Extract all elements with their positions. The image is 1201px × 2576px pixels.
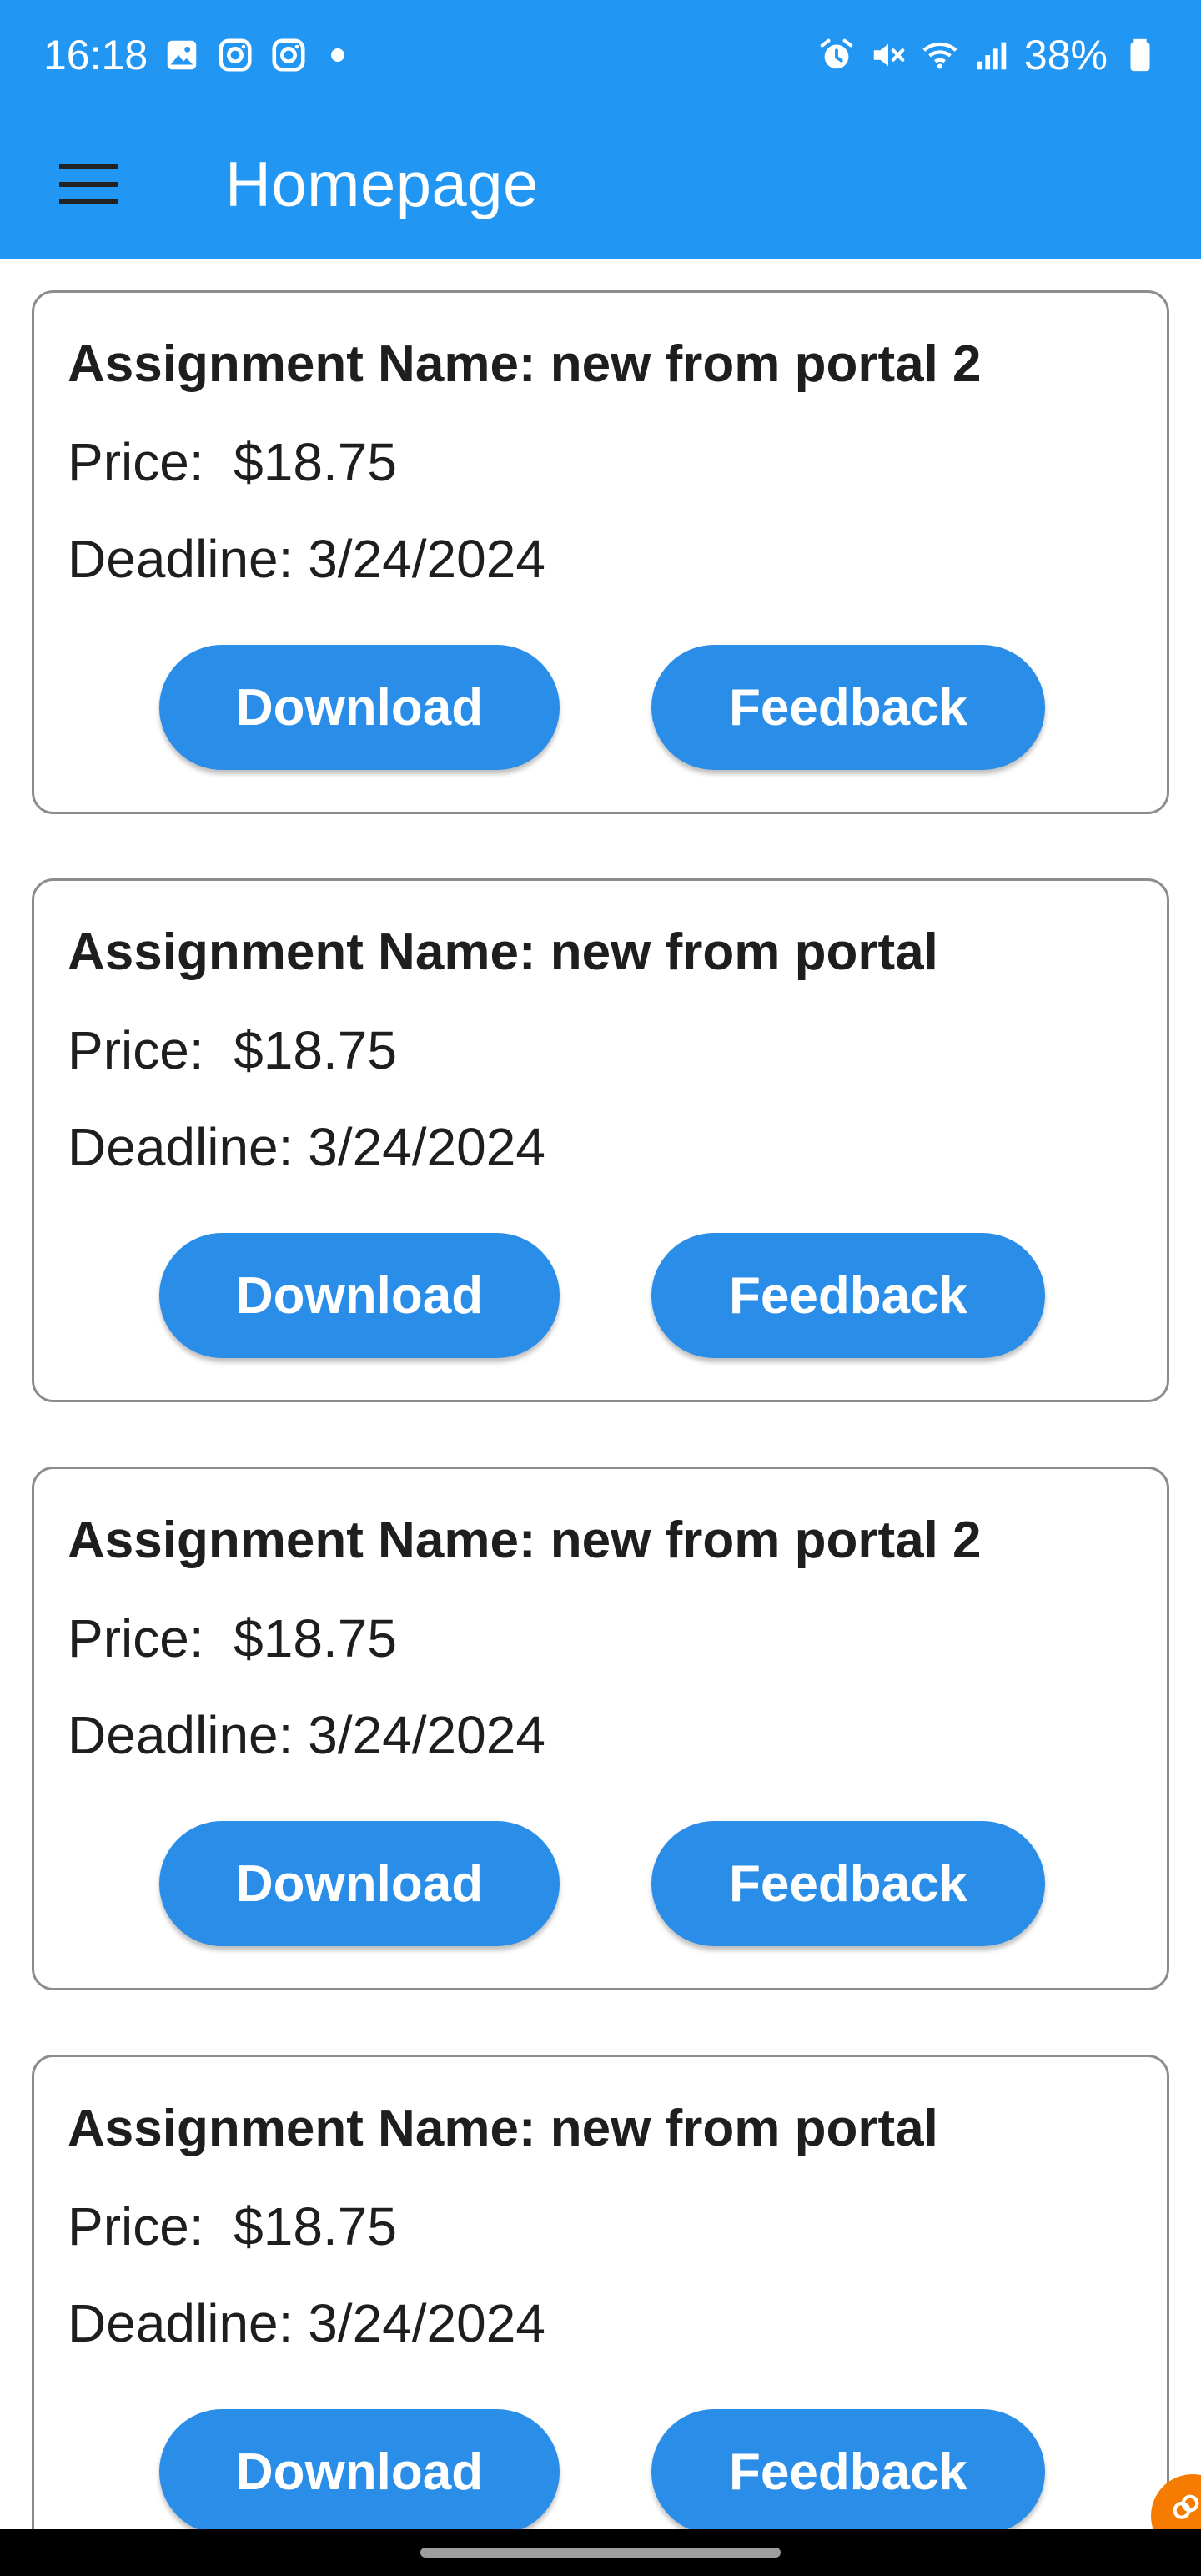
download-button[interactable]: Download (159, 1821, 560, 1946)
download-button[interactable]: Download (159, 1233, 560, 1358)
feedback-button[interactable]: Feedback (651, 645, 1045, 770)
link-icon (1173, 2494, 1199, 2519)
screen: 16:18 38% Homepage Assignment Name: new … (0, 0, 1201, 2576)
assignment-deadline: Deadline: 3/24/2024 (68, 1117, 545, 1177)
assignment-price: Price: $18.75 (68, 1020, 397, 1080)
assignment-price: Price: $18.75 (68, 2196, 397, 2257)
navigation-bar (0, 2529, 1201, 2576)
page-title: Homepage (225, 148, 539, 220)
download-button[interactable]: Download (159, 645, 560, 770)
feedback-button[interactable]: Feedback (651, 2409, 1045, 2534)
assignment-card: Assignment Name: new from portal 2 Price… (32, 290, 1169, 814)
assignment-card: Assignment Name: new from portal Price: … (32, 878, 1169, 1402)
signal-icon (972, 36, 1011, 74)
instagram-icon (216, 36, 254, 74)
assignment-card: Assignment Name: new from portal Price: … (32, 2055, 1169, 2576)
assignment-deadline: Deadline: 3/24/2024 (68, 1705, 545, 1765)
battery-percent: 38% (1023, 32, 1108, 78)
feedback-button[interactable]: Feedback (651, 1821, 1045, 1946)
assignment-price: Price: $18.75 (68, 432, 397, 492)
home-gesture-handle[interactable] (420, 2548, 781, 2558)
alarm-icon (817, 36, 856, 74)
gallery-icon (163, 36, 201, 74)
status-right: 38% (817, 31, 1159, 79)
battery-icon (1121, 36, 1159, 74)
assignment-card: Assignment Name: new from portal 2 Price… (32, 1467, 1169, 1990)
download-button[interactable]: Download (159, 2409, 560, 2534)
assignment-name: Assignment Name: new from portal 2 (68, 1512, 982, 1569)
assignment-list: Assignment Name: new from portal 2 Price… (32, 290, 1169, 2576)
status-time: 16:18 (43, 32, 148, 78)
wifi-icon (921, 36, 959, 74)
menu-button[interactable] (30, 126, 147, 243)
hamburger-menu-icon (59, 164, 118, 204)
notification-dot (331, 48, 345, 62)
assignment-name: Assignment Name: new from portal (68, 2100, 938, 2157)
mute-icon (869, 36, 907, 74)
feedback-button[interactable]: Feedback (651, 1233, 1045, 1358)
instagram-icon (269, 36, 308, 74)
status-left: 16:18 (43, 31, 345, 79)
assignment-deadline: Deadline: 3/24/2024 (68, 529, 545, 589)
assignment-name: Assignment Name: new from portal 2 (68, 335, 982, 393)
assignment-price: Price: $18.75 (68, 1608, 397, 1668)
status-bar: 16:18 38% (0, 0, 1201, 110)
app-bar: Homepage (0, 110, 1201, 259)
assignment-deadline: Deadline: 3/24/2024 (68, 2293, 545, 2353)
assignment-name: Assignment Name: new from portal (68, 923, 938, 981)
